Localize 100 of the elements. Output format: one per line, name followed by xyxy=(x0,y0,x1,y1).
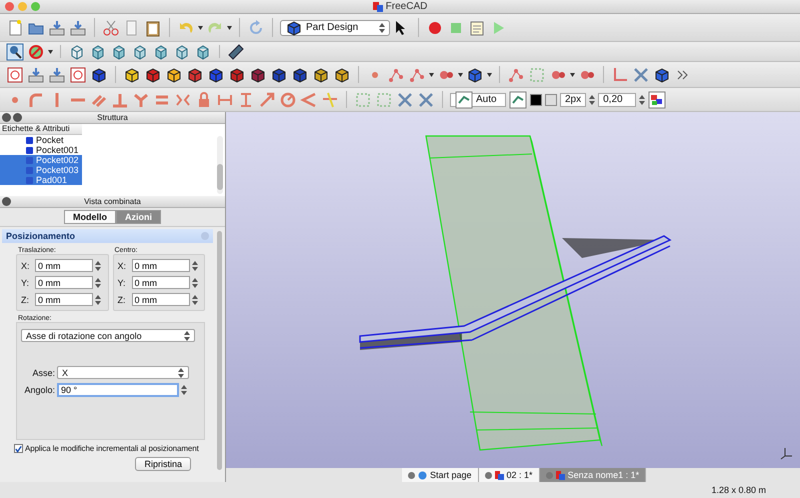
block-icon[interactable] xyxy=(144,66,162,84)
caret-icon[interactable] xyxy=(458,72,463,76)
workbench-dropdown[interactable]: Part Design xyxy=(280,20,390,36)
arc-icon[interactable] xyxy=(27,90,45,108)
spin-arrows-icon[interactable] xyxy=(192,294,198,306)
caret-icon[interactable] xyxy=(227,26,232,30)
document-icon xyxy=(556,470,565,480)
block-icon[interactable] xyxy=(653,66,671,84)
close-icon[interactable] xyxy=(408,472,415,478)
crossing-icon[interactable] xyxy=(321,90,339,108)
tab[interactable]: Modello xyxy=(64,210,116,224)
block-icon[interactable] xyxy=(333,66,351,84)
value-field[interactable]: 0 mm xyxy=(35,259,93,272)
caret-icon[interactable] xyxy=(429,72,434,76)
close-icon[interactable] xyxy=(2,113,11,122)
block-icon[interactable] xyxy=(466,66,484,84)
axis-label: X: xyxy=(118,260,128,270)
clipboard-icon[interactable] xyxy=(144,18,162,36)
document-icon xyxy=(494,470,504,480)
scrollbar[interactable] xyxy=(217,136,223,194)
block-icon[interactable] xyxy=(165,66,183,84)
caret-icon[interactable] xyxy=(198,26,203,30)
block-icon[interactable] xyxy=(285,18,303,36)
tree-item[interactable]: Pocket003 xyxy=(0,165,82,175)
axis-label: Z: xyxy=(21,294,30,304)
block-icon[interactable] xyxy=(207,66,225,84)
spin-arrows-icon[interactable] xyxy=(589,94,596,106)
angle-icon[interactable] xyxy=(300,90,318,108)
angle-label: Angolo: xyxy=(23,385,55,395)
spin-arrows-icon[interactable] xyxy=(181,384,187,396)
rotation-mode-dropdown[interactable]: Asse di rotazione con angolo xyxy=(21,329,195,342)
axis-indicator-icon xyxy=(780,446,794,460)
reset-button[interactable]: Ripristina xyxy=(135,457,191,471)
tray-icon[interactable] xyxy=(27,66,45,84)
value-field[interactable]: 0 mm xyxy=(132,259,190,272)
axis-label: X: xyxy=(21,260,31,270)
dimensions-text: 1.28 x 0.80 m xyxy=(711,485,766,495)
block-icon[interactable] xyxy=(90,66,108,84)
spin-arrows-icon[interactable] xyxy=(95,276,101,288)
diag-icon[interactable] xyxy=(258,90,276,108)
color-swatch[interactable] xyxy=(530,94,542,106)
caret-icon[interactable] xyxy=(570,72,575,76)
spin-arrows-icon[interactable] xyxy=(639,94,646,106)
value-field[interactable]: 0 mm xyxy=(35,293,93,306)
spin-arrows-icon[interactable] xyxy=(184,330,190,342)
panel-title: Vista combinata xyxy=(84,197,141,206)
magnifier-icon[interactable] xyxy=(6,42,24,60)
document-tab[interactable]: 02 : 1* xyxy=(478,468,540,482)
tray-icon[interactable] xyxy=(69,18,87,36)
block-icon[interactable] xyxy=(291,66,309,84)
tray-icon[interactable] xyxy=(48,66,66,84)
value-field[interactable]: 0 mm xyxy=(35,276,93,289)
tree-item[interactable]: Pad001 xyxy=(0,175,82,185)
block-icon[interactable] xyxy=(228,66,246,84)
document-icon xyxy=(418,470,427,480)
axis-label: Z: xyxy=(118,294,126,304)
axes-icon[interactable] xyxy=(611,66,629,84)
spin-arrows-icon[interactable] xyxy=(379,22,385,34)
color-swatch[interactable] xyxy=(545,94,557,106)
axis-label: Asse: xyxy=(31,368,55,378)
block-icon[interactable] xyxy=(123,66,141,84)
window-title: FreeCAD xyxy=(386,1,428,12)
angle-field[interactable]: 90 ° xyxy=(57,383,179,397)
document-tab[interactable]: Start page xyxy=(402,468,479,482)
line-width-field[interactable]: 2px xyxy=(560,92,586,106)
checkbox-label: Applica le modifiche incrementali al posizionament xyxy=(25,444,199,453)
draw-style-button[interactable]: Auto xyxy=(450,92,506,106)
circle-icon[interactable] xyxy=(279,90,297,108)
spin-arrows-icon[interactable] xyxy=(192,276,198,288)
tray-icon[interactable] xyxy=(48,18,66,36)
caret-icon[interactable] xyxy=(487,72,492,76)
panel-title: Struttura xyxy=(97,113,128,122)
close-icon[interactable] xyxy=(484,472,492,478)
spin-arrows-icon[interactable] xyxy=(192,260,198,272)
scissors-icon[interactable] xyxy=(102,18,120,36)
spin-arrows-icon[interactable] xyxy=(95,294,101,306)
xline-icon[interactable] xyxy=(396,90,414,108)
axis-label: Y: xyxy=(118,278,127,288)
checkbox[interactable] xyxy=(14,444,23,453)
value-field[interactable]: 0 mm xyxy=(132,276,190,289)
block-icon[interactable] xyxy=(270,66,288,84)
value-field[interactable]: 0 mm xyxy=(132,293,190,306)
xline-icon[interactable] xyxy=(417,90,435,108)
block-icon[interactable] xyxy=(312,66,330,84)
caret-icon[interactable] xyxy=(48,50,53,54)
scrollbar[interactable] xyxy=(217,231,222,470)
spin-arrows-icon[interactable] xyxy=(95,260,101,272)
axis-dropdown[interactable]: X xyxy=(57,366,189,379)
tree-item[interactable]: Pocket xyxy=(0,135,82,145)
axis-label: Y: xyxy=(21,278,30,288)
notepad-icon[interactable] xyxy=(468,18,486,36)
app-logo-icon xyxy=(372,2,383,12)
block-icon[interactable] xyxy=(186,66,204,84)
spin-arrows-icon[interactable] xyxy=(178,366,184,378)
tree-item[interactable]: Pocket001 xyxy=(0,145,82,155)
block-icon[interactable] xyxy=(249,66,267,84)
task-panel-title: Posizionamento xyxy=(6,231,76,241)
close-icon[interactable] xyxy=(5,2,14,11)
point-size-field[interactable]: 0,20 xyxy=(598,92,636,106)
tree-item[interactable]: Pocket002 xyxy=(0,155,82,165)
